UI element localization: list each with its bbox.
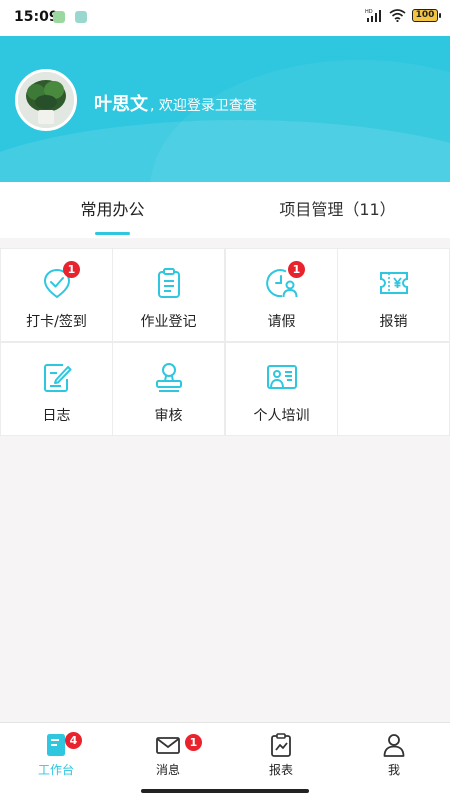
tab-project-management[interactable]: 项目管理（11） [225,182,450,238]
grid-item-label: 日志 [42,408,71,424]
tab-common-office[interactable]: 常用办公 [0,182,225,238]
battery-indicator: 100 [412,8,441,22]
tab-bar: 常用办公 项目管理（11） [0,182,450,238]
grid-item-work-register[interactable]: 作业登记 [113,249,224,341]
header-decoration-wave [0,120,450,182]
mail-icon [156,737,180,754]
tab-active-indicator [95,232,130,235]
status-bar: 15:09 HD 100 [0,0,450,36]
grid-item-training[interactable]: 个人培训 [226,343,337,435]
nav-item-workbench[interactable]: 4 工作台 [0,723,112,800]
user-name: 叶思文 [94,94,148,115]
log-edit-icon [44,364,72,392]
notification-badge: 1 [185,734,202,751]
grid-item-label: 审核 [154,408,183,424]
header-banner: 15:09 HD 100 叶思文 , 欢迎登录卫查查 [0,0,450,182]
wifi-icon [389,8,406,22]
nav-item-profile[interactable]: 我 [338,723,450,800]
grid-item-label: 报销 [379,314,408,330]
notification-app-icon [53,11,65,23]
grid-item-checkin[interactable]: 1 打卡/签到 [1,249,112,341]
notification-badge: 4 [65,732,82,749]
welcome-text: , 欢迎登录卫查查 [150,98,257,114]
greeting: 叶思文, 欢迎登录卫查查 [94,90,257,116]
report-icon [271,733,291,757]
grid-item-leave[interactable]: 1 请假 [226,249,337,341]
training-board-icon [267,365,297,389]
clipboard-icon [158,268,180,298]
notification-badge: 1 [288,261,305,278]
avatar[interactable] [15,69,77,131]
feature-grid: 1 打卡/签到 作业登记 1 请假 报销 日志 审核 个人培训 [0,248,450,436]
grid-item-label: 个人培训 [253,408,310,424]
grid-item-label: 打卡/签到 [26,314,87,330]
stamp-icon [156,363,182,392]
grid-item-review[interactable]: 审核 [113,343,224,435]
reimburse-ticket-icon [380,272,408,294]
signal-icon: HD [365,9,381,22]
home-indicator[interactable] [141,789,309,793]
status-icons: HD 100 [365,8,441,22]
grid-empty-cell [338,343,449,435]
grid-item-label: 作业登记 [140,314,197,330]
profile-icon [383,734,405,757]
grid-item-reimburse[interactable]: 报销 [338,249,449,341]
grid-item-label: 请假 [267,314,296,330]
avatar-plant-image [18,72,74,128]
status-time: 15:09 [14,9,59,25]
workbench-icon [47,734,65,756]
notification-badge: 1 [63,261,80,278]
notification-app-icon [75,11,87,23]
nav-label: 工作台 [37,763,74,777]
nav-label: 消息 [155,763,180,777]
nav-label: 我 [387,763,400,777]
nav-label: 报表 [268,763,293,777]
svg-text:HD: HD [365,9,373,15]
grid-item-log[interactable]: 日志 [1,343,112,435]
